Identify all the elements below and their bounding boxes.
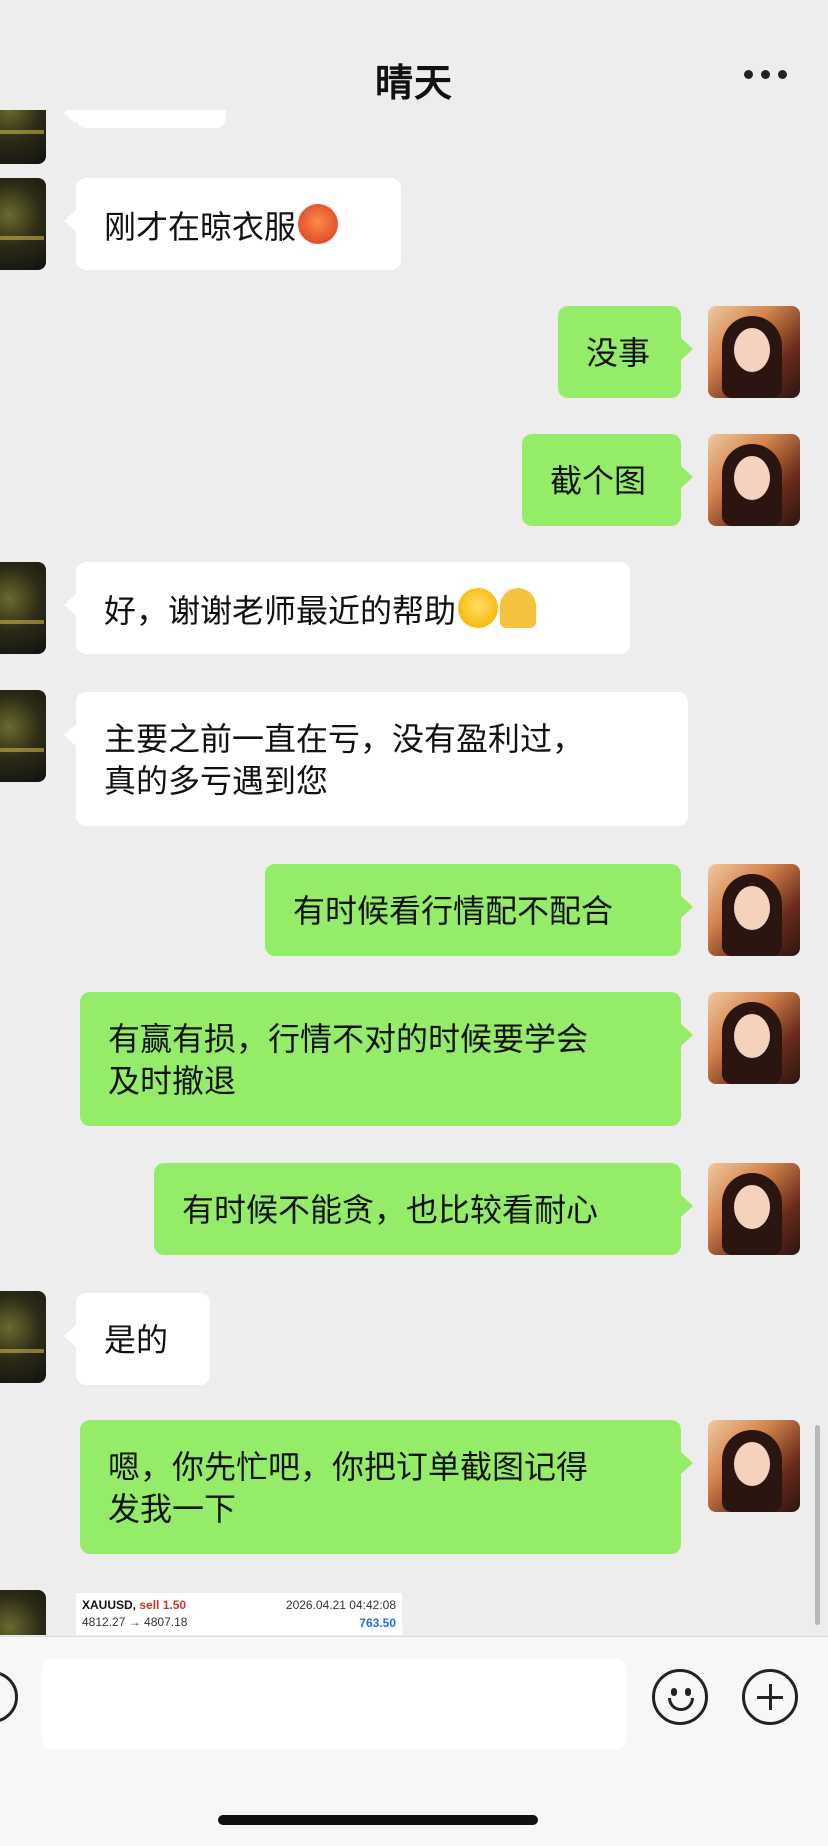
contact-avatar[interactable]: [0, 690, 46, 782]
message-text: 没事: [586, 334, 651, 372]
message-text: 嗯，你先忙吧，你把订单截图记得 发我一下: [108, 1448, 589, 1528]
contact-avatar[interactable]: [0, 1291, 46, 1383]
home-indicator: [218, 1815, 538, 1825]
input-bar: [0, 1636, 828, 1846]
message-text: 主要之前一直在亏，没有盈利过， 真的多亏遇到您: [104, 720, 585, 800]
contact-avatar[interactable]: [0, 178, 46, 270]
message-bubble-out[interactable]: 有时候看行情配不配合: [265, 864, 693, 956]
message-text: 有时候不能贪，也比较看耐心: [182, 1191, 599, 1229]
scrollbar[interactable]: [815, 1425, 820, 1625]
message-text: 有时候看行情配不配合: [293, 892, 614, 930]
trade-screenshot-image[interactable]: XAUUSD, sell 1.50 2026.04.21 04:42:08 48…: [76, 1593, 402, 1635]
message-bubble-in[interactable]: 刚才在晾衣服: [64, 178, 401, 270]
message-bubble-in[interactable]: 主要之前一直在亏，没有盈利过， 真的多亏遇到您: [64, 692, 688, 826]
message-bubble-in[interactable]: 好，谢谢老师最近的帮助: [64, 562, 630, 654]
message-text: 截个图: [550, 462, 647, 500]
grin-face-emoji-icon: [458, 588, 499, 628]
message-text: 有赢有损，行情不对的时候要学会 及时撤退: [108, 1020, 589, 1100]
my-avatar[interactable]: [708, 1420, 800, 1512]
message-bubble-partial: [64, 110, 226, 128]
contact-avatar[interactable]: [0, 562, 46, 654]
my-avatar[interactable]: [708, 1163, 800, 1255]
trade-datetime: 2026.04.21 04:42:08: [285, 1598, 396, 1612]
message-bubble-out[interactable]: 有时候不能贪，也比较看耐心: [154, 1163, 693, 1255]
trade-symbol: XAUUSD,: [82, 1598, 137, 1612]
contact-avatar[interactable]: [0, 1590, 46, 1635]
message-text: 是的: [104, 1321, 169, 1359]
contact-avatar[interactable]: [0, 110, 46, 164]
emoji-icon[interactable]: [652, 1669, 708, 1725]
message-bubble-out[interactable]: 有赢有损，行情不对的时候要学会 及时撤退: [80, 992, 693, 1126]
message-bubble-in[interactable]: 是的: [64, 1293, 210, 1385]
plus-icon[interactable]: [742, 1669, 798, 1725]
trade-profit: 763.50: [359, 1616, 396, 1630]
more-dots-icon[interactable]: [744, 70, 788, 82]
message-input[interactable]: [42, 1659, 626, 1749]
my-avatar[interactable]: [708, 434, 800, 526]
message-text: 刚才在晾衣服: [104, 208, 297, 246]
my-avatar[interactable]: [708, 864, 800, 956]
my-avatar[interactable]: [708, 306, 800, 398]
message-bubble-out[interactable]: 截个图: [522, 434, 693, 526]
my-avatar[interactable]: [708, 992, 800, 1084]
chat-title: 晴天: [374, 61, 453, 105]
message-bubble-out[interactable]: 没事: [558, 306, 693, 398]
pray-hands-emoji-icon: [500, 588, 537, 628]
sweat-face-emoji-icon: [298, 204, 339, 244]
message-list[interactable]: 刚才在晾衣服 没事 截个图 好，谢谢老师最近的帮助 主要之前一直在亏，没有盈利过…: [0, 110, 828, 1635]
message-text: 好，谢谢老师最近的帮助: [104, 592, 457, 630]
trade-prices: 4812.27 → 4807.18: [82, 1615, 188, 1629]
voice-icon[interactable]: [0, 1671, 18, 1723]
trade-side: sell 1.50: [139, 1598, 187, 1612]
message-bubble-out[interactable]: 嗯，你先忙吧，你把订单截图记得 发我一下: [80, 1420, 693, 1554]
